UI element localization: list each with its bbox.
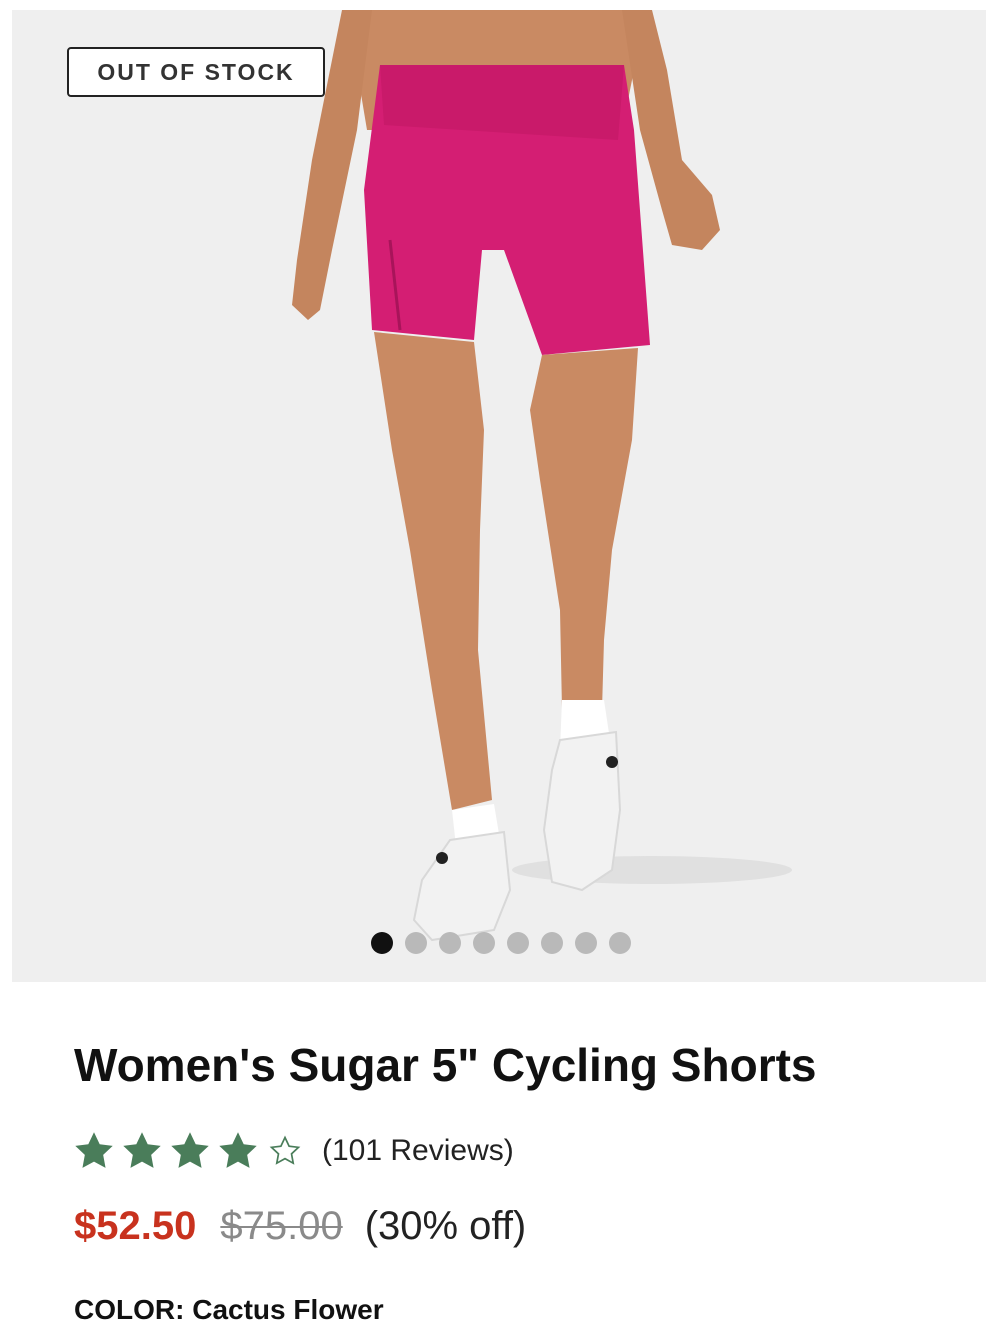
- star-filled-icon: [219, 1132, 257, 1168]
- discount-label: (30% off): [364, 1204, 527, 1248]
- carousel-dot-6[interactable]: [541, 932, 563, 954]
- product-rating[interactable]: (101 Reviews): [72, 1128, 514, 1174]
- carousel-dot-7[interactable]: [575, 932, 597, 954]
- color-label: COLOR:: [74, 1294, 185, 1325]
- product-photo: [12, 10, 986, 982]
- reviews-link[interactable]: (101 Reviews): [322, 1134, 514, 1168]
- carousel-pagination: [371, 932, 631, 954]
- carousel-dot-5[interactable]: [507, 932, 529, 954]
- product-image-carousel[interactable]: OUT OF STOCK: [12, 10, 986, 982]
- star-filled-icon: [75, 1132, 113, 1168]
- star-filled-icon: [171, 1132, 209, 1168]
- carousel-dot-2[interactable]: [405, 932, 427, 954]
- carousel-dot-8[interactable]: [609, 932, 631, 954]
- product-page: OUT OF STOCK Women's Sugar 5" Cycling Sh…: [0, 0, 999, 1333]
- star-empty-icon: [269, 1135, 301, 1165]
- color-value: Cactus Flower: [192, 1294, 384, 1325]
- out-of-stock-badge: OUT OF STOCK: [67, 47, 325, 97]
- product-title: Women's Sugar 5" Cycling Shorts: [74, 1039, 817, 1091]
- rating-stars: [72, 1129, 302, 1173]
- color-selection: COLOR: Cactus Flower: [74, 1294, 384, 1326]
- sale-price: $52.50: [74, 1204, 197, 1248]
- price-row: $52.50 $75.00 (30% off): [74, 1204, 526, 1249]
- original-price: $75.00: [220, 1204, 343, 1248]
- carousel-dot-3[interactable]: [439, 932, 461, 954]
- carousel-dot-4[interactable]: [473, 932, 495, 954]
- star-filled-icon: [123, 1132, 161, 1168]
- carousel-dot-1[interactable]: [371, 932, 393, 954]
